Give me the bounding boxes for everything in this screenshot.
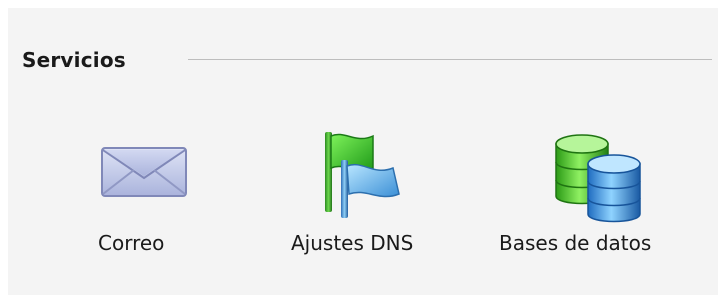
service-label: Correo — [98, 231, 165, 255]
service-label: Bases de datos — [499, 231, 652, 255]
section-title: Servicios — [22, 48, 126, 72]
service-bases-de-datos[interactable]: Bases de datos — [495, 120, 705, 280]
section-divider — [188, 59, 712, 60]
service-ajustes-dns[interactable]: Ajustes DNS — [285, 120, 455, 280]
services-list: Correo Ajustes DNS Bases de datos — [0, 120, 718, 280]
envelope-icon[interactable] — [96, 130, 190, 204]
service-label: Ajustes DNS — [291, 231, 414, 255]
database-icon[interactable] — [550, 130, 650, 230]
service-correo[interactable]: Correo — [88, 120, 208, 280]
flags-icon[interactable] — [315, 130, 415, 226]
section-header: Servicios — [22, 40, 712, 80]
